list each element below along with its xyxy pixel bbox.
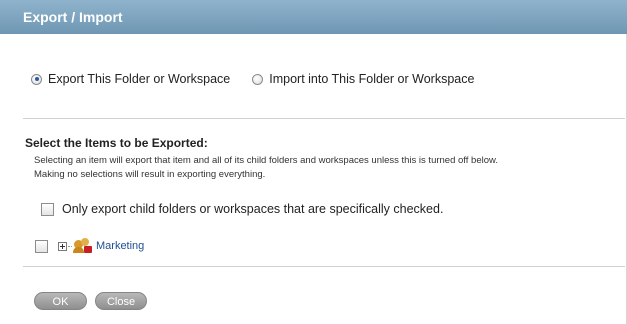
tree-item-checkbox[interactable] [35, 239, 48, 253]
only-checked-checkbox[interactable] [41, 202, 54, 216]
export-radio[interactable] [31, 73, 42, 85]
import-radio[interactable] [252, 73, 264, 85]
divider [23, 118, 625, 119]
team-workspace-locked-icon [73, 238, 93, 254]
ok-button[interactable]: OK [34, 292, 87, 310]
only-checked-option: Only export child folders or workspaces … [41, 202, 443, 216]
close-button[interactable]: Close [95, 292, 147, 310]
tree-item: Marketing [35, 238, 144, 254]
dialog-titlebar: Export / Import [0, 0, 627, 34]
section-heading: Select the Items to be Exported: [25, 136, 208, 150]
expand-plus-icon[interactable] [58, 241, 67, 251]
hint-text-line2: Making no selections will result in expo… [34, 169, 266, 180]
dialog-title: Export / Import [23, 9, 123, 25]
hint-text-line1: Selecting an item will export that item … [34, 155, 498, 166]
import-radio-label[interactable]: Import into This Folder or Workspace [269, 72, 474, 86]
only-checked-label[interactable]: Only export child folders or workspaces … [62, 202, 443, 216]
divider [23, 266, 625, 267]
mode-radio-group: Export This Folder or Workspace Import i… [31, 71, 474, 87]
tree-item-link[interactable]: Marketing [96, 240, 144, 252]
export-radio-label[interactable]: Export This Folder or Workspace [48, 72, 230, 86]
export-import-dialog: Export / Import Export This Folder or Wo… [0, 0, 627, 324]
